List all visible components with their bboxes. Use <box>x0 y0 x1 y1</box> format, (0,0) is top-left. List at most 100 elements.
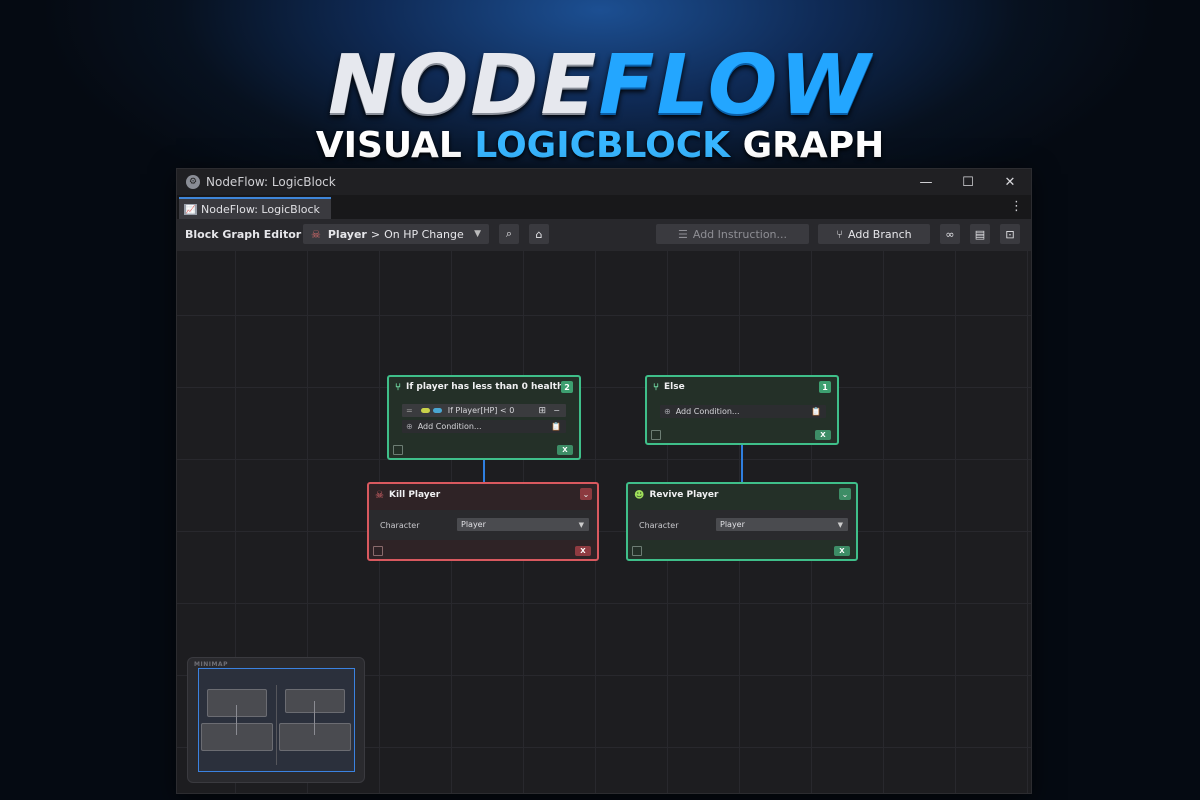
add-branch-label: Add Branch <box>848 227 912 241</box>
minimap-node <box>201 723 273 751</box>
graph-canvas[interactable]: ⑂ If player has less than 0 health 2 = I… <box>177 251 1031 793</box>
link-icon: ∞ <box>945 227 955 241</box>
home-button[interactable]: ⌂ <box>529 224 549 244</box>
home-icon: ⌂ <box>535 227 543 241</box>
clipboard-icon[interactable]: 📋 <box>551 422 561 431</box>
minimap-node <box>285 689 345 713</box>
copy-icon[interactable] <box>373 546 383 556</box>
more-options-icon[interactable]: ⋮ <box>1010 199 1023 214</box>
tab-bar: 📈 NodeFlow: LogicBlock ⋮ <box>177 195 1031 219</box>
editor-label: Block Graph Editor <box>185 228 302 241</box>
focus-icon: ⊡ <box>1005 227 1015 241</box>
notes-button[interactable]: ▤ <box>970 224 990 244</box>
node-footer: X <box>369 543 597 559</box>
drag-handle-icon[interactable]: = <box>406 406 413 415</box>
minimap[interactable]: MINIMAP <box>187 657 365 783</box>
window-title: NodeFlow: LogicBlock <box>206 175 336 189</box>
node-title: Revive Player <box>649 490 719 500</box>
revive-player-node[interactable]: ☻ Revive Player ⌄ Character Player ▼ X <box>626 482 858 561</box>
else-branch-node[interactable]: ⑂ Else 1 ⊕ Add Condition... 📋 X <box>645 375 839 445</box>
node-header: ⑂ If player has less than 0 health 2 <box>389 377 579 397</box>
add-circle-icon: ⊕ <box>664 407 671 416</box>
add-condition-row[interactable]: ⊕ Add Condition... 📋 <box>402 420 566 433</box>
graph-icon: 📈 <box>184 203 197 215</box>
event-selector-dropdown[interactable]: ☠ Player > On HP Change ▼ <box>303 224 489 244</box>
copy-icon[interactable] <box>632 546 642 556</box>
tab-label: NodeFlow: LogicBlock <box>201 202 320 216</box>
tab-nodeflow-logicblock[interactable]: 📈 NodeFlow: LogicBlock <box>179 197 331 219</box>
field-label: Character <box>380 521 420 530</box>
close-button[interactable]: ✕ <box>989 169 1031 195</box>
add-instruction-button[interactable]: ☰ Add Instruction... <box>656 224 809 244</box>
search-icon: ⌕ <box>505 227 513 240</box>
clipboard-icon[interactable]: 📋 <box>811 407 821 416</box>
delete-node-button[interactable]: X <box>557 445 573 455</box>
select-value: Player <box>720 520 745 529</box>
hero-subtitle: VISUAL LOGICBLOCK GRAPH <box>0 124 1200 168</box>
window-controls: — ☐ ✕ <box>905 169 1031 195</box>
field-label: Character <box>639 521 679 530</box>
select-value: Player <box>461 520 486 529</box>
minimap-viewport[interactable] <box>198 668 355 772</box>
node-header: ☠ Kill Player ⌄ <box>369 484 597 506</box>
branch-icon: ⑂ <box>836 227 843 241</box>
character-select[interactable]: Player ▼ <box>716 518 848 531</box>
hero-subtitle-part1: VISUAL <box>315 125 462 166</box>
node-header: ☻ Revive Player ⌄ <box>628 484 856 506</box>
notes-icon: ▤ <box>974 227 986 241</box>
collapse-icon[interactable]: ⌄ <box>580 488 592 500</box>
node-title: If player has less than 0 health <box>406 382 564 392</box>
node-body: Character Player ▼ <box>369 510 597 540</box>
toggle-icon[interactable] <box>420 408 430 413</box>
node-title: Else <box>664 382 685 392</box>
hero-title-part1: NODE <box>328 38 599 133</box>
hero-subtitle-highlight: LOGICBLOCK <box>474 125 731 166</box>
add-circle-icon: ⊕ <box>406 422 413 431</box>
condition-count-badge: 2 <box>561 381 573 393</box>
chevron-down-icon: ▼ <box>474 229 481 239</box>
delete-node-button[interactable]: X <box>575 546 591 556</box>
node-footer: X <box>647 427 837 443</box>
title-bar[interactable]: ⚙ NodeFlow: LogicBlock — ☐ ✕ <box>177 169 1031 195</box>
node-header: ⑂ Else 1 <box>647 377 837 397</box>
minimap-divider <box>276 685 277 765</box>
chevron-down-icon: ▼ <box>578 520 584 529</box>
condition-row[interactable]: = If Player[HP] < 0 ⊞ − <box>402 404 566 417</box>
hero-banner: NODEFLOW VISUAL LOGICBLOCK GRAPH <box>0 0 1200 168</box>
copy-icon[interactable] <box>651 430 661 440</box>
add-condition-label: Add Condition... <box>675 407 740 416</box>
app-logo-icon: ⚙ <box>186 175 200 189</box>
node-footer: X <box>628 543 856 559</box>
delete-node-button[interactable]: X <box>834 546 850 556</box>
connector-else-to-revive <box>741 443 743 483</box>
node-footer: X <box>389 442 579 458</box>
collapse-icon[interactable]: ⌄ <box>839 488 851 500</box>
chevron-down-icon: ▼ <box>837 520 843 529</box>
minimap-label: MINIMAP <box>194 661 228 668</box>
branch-icon: ⑂ <box>395 381 401 393</box>
hero-title-part2: FLOW <box>598 38 872 133</box>
selector-event: On HP Change <box>384 227 464 241</box>
kill-player-node[interactable]: ☠ Kill Player ⌄ Character Player ▼ X <box>367 482 599 561</box>
if-branch-node[interactable]: ⑂ If player has less than 0 health 2 = I… <box>387 375 581 460</box>
add-condition-row[interactable]: ⊕ Add Condition... 📋 <box>660 405 826 418</box>
copy-icon[interactable] <box>393 445 403 455</box>
link-button[interactable]: ∞ <box>940 224 960 244</box>
focus-button[interactable]: ⊡ <box>1000 224 1020 244</box>
remove-icon[interactable]: − <box>553 406 560 415</box>
search-button[interactable]: ⌕ <box>499 224 519 244</box>
node-title: Kill Player <box>388 490 441 500</box>
minimap-node <box>207 689 267 717</box>
character-select[interactable]: Player ▼ <box>457 518 589 531</box>
link-toggle-icon[interactable] <box>432 408 442 413</box>
add-instruction-label: Add Instruction... <box>692 227 788 241</box>
minimize-button[interactable]: — <box>905 169 947 195</box>
maximize-button[interactable]: ☐ <box>947 169 989 195</box>
add-condition-label: Add Condition... <box>417 422 482 431</box>
minimap-connector <box>236 705 237 735</box>
add-icon[interactable]: ⊞ <box>538 406 546 416</box>
hero-subtitle-part2: GRAPH <box>742 125 885 166</box>
selector-separator: > <box>370 227 381 241</box>
add-branch-button[interactable]: ⑂ Add Branch <box>818 224 930 244</box>
delete-node-button[interactable]: X <box>815 430 831 440</box>
